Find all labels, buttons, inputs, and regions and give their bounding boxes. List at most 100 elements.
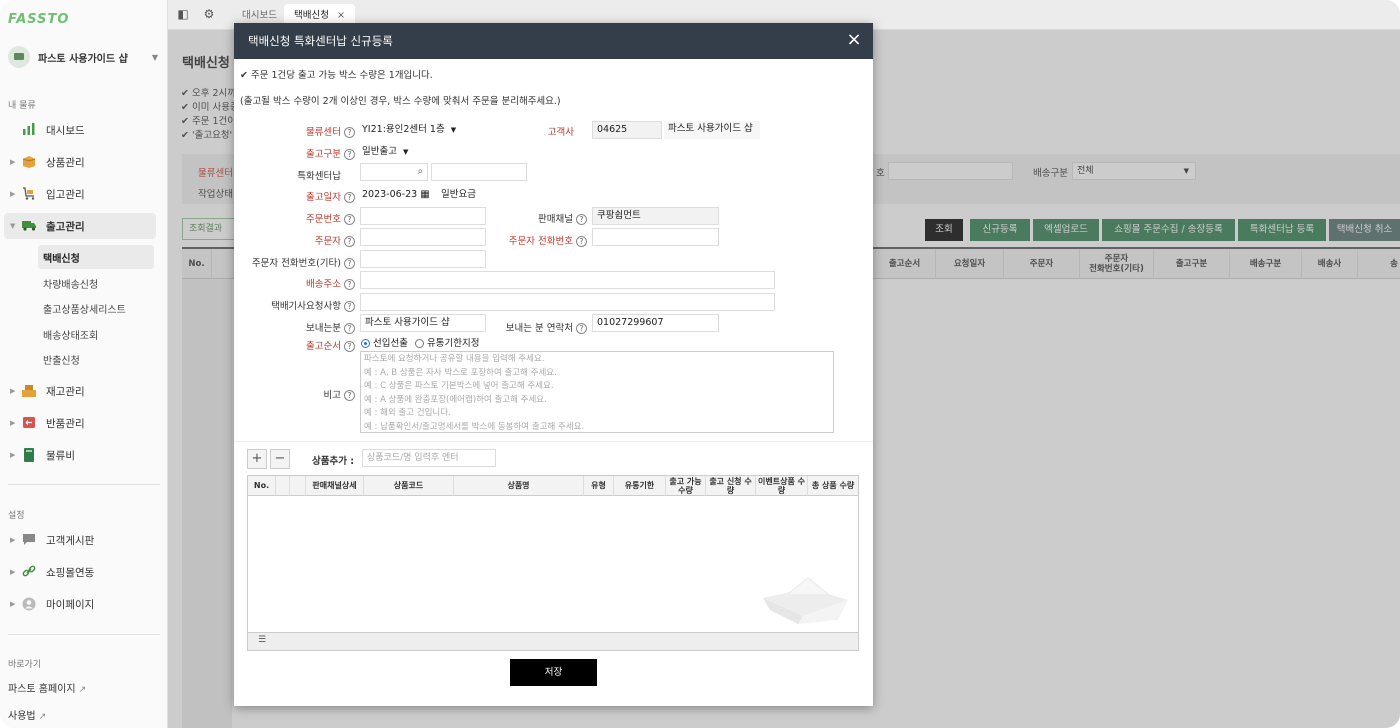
- sidebar-item-outbound[interactable]: ▼ 출고관리: [4, 213, 156, 239]
- calendar-icon[interactable]: ▦: [420, 189, 429, 200]
- col-request-qty: 출고 신청 수량: [706, 476, 756, 496]
- col-event-qty: 이벤트상품 수량: [756, 476, 808, 496]
- orderer-phone-input[interactable]: [592, 228, 719, 246]
- sidebar-item-dashboard[interactable]: 대시보드: [0, 117, 160, 143]
- help-icon[interactable]: ?: [344, 341, 355, 352]
- subitem-label: 배송상태조회: [43, 330, 99, 342]
- sidebar-item-label: 재고관리: [46, 385, 85, 398]
- sidebar-item-returns[interactable]: ▶ 반품관리: [0, 410, 160, 436]
- col-available-qty: 출고 가능 수량: [666, 476, 706, 496]
- label-special: 특화센터납: [297, 171, 341, 182]
- add-row-button[interactable]: +: [247, 449, 267, 469]
- external-link-icon: ↗: [78, 685, 87, 695]
- sidebar-subitem-delivery-status[interactable]: 배송상태조회: [38, 322, 98, 346]
- sidebar-item-board[interactable]: ▶ 고객게시판: [0, 527, 160, 553]
- modal-notice-sub: (출고될 박스 수량이 2개 이상인 경우, 박스 수량에 맞춰서 주문을 분리…: [240, 96, 561, 107]
- chevron-right-icon: ▶: [10, 536, 16, 544]
- radio-expiry[interactable]: 유통기한지정: [415, 336, 479, 352]
- subitem-label: 출고상품상세리스트: [43, 304, 126, 316]
- save-button[interactable]: 저장: [510, 659, 597, 686]
- col-check[interactable]: [276, 476, 290, 496]
- orderer-phone-etc-input[interactable]: [360, 250, 486, 268]
- help-icon[interactable]: ?: [576, 323, 587, 334]
- search-icon[interactable]: ⌕: [418, 164, 423, 180]
- sidebar-item-inbound[interactable]: ▶ 입고관리: [0, 181, 160, 207]
- sidebar-item-label: 반품관리: [46, 417, 85, 430]
- fassto-logo[interactable]: FASSTO: [8, 12, 69, 27]
- sidebar-item-inventory[interactable]: ▶ 재고관리: [0, 378, 160, 404]
- close-icon[interactable]: ×: [845, 31, 863, 49]
- sidebar-item-label: 마이페이지: [46, 598, 95, 611]
- help-icon[interactable]: ?: [576, 214, 587, 225]
- help-icon[interactable]: ?: [344, 149, 355, 160]
- driver-request-input[interactable]: [360, 293, 775, 311]
- label-text: 비고: [323, 390, 341, 401]
- product-add-label: 상품추가 :: [312, 456, 355, 467]
- modal-notice: ✔ 주문 1건당 출고 가능 박스 수량은 1개입니다.: [240, 70, 433, 81]
- out-type-select[interactable]: 일반출고 ▼: [362, 144, 408, 160]
- memo-placeholder-line: 예 : 해외 출고 건입니다.: [364, 408, 451, 419]
- link-fassto-home[interactable]: 파스토 홈페이지 ↗: [8, 680, 86, 695]
- col-product-name: 상품명: [454, 476, 584, 496]
- label-orderer-phone: 주문자 전화번호?: [234, 233, 587, 247]
- shop-selector[interactable]: 파스토 사용가이드 샵 ▼: [8, 44, 158, 70]
- sidebar-item-label: 고객게시판: [46, 534, 95, 547]
- sidebar-item-label: 대시보드: [46, 124, 85, 137]
- special-name-field[interactable]: [431, 163, 527, 181]
- modal-header: 택배신청 특화센터납 신규등록: [234, 23, 873, 59]
- chevron-right-icon: ▶: [10, 190, 16, 198]
- help-icon[interactable]: ?: [344, 301, 355, 312]
- label-memo: 비고?: [234, 387, 355, 401]
- memo-placeholder-line: 예 : 납품확인서/출고명세서를 박스에 동봉하여 출고해 주세요.: [364, 421, 585, 432]
- table-footer: ☰: [248, 632, 858, 650]
- settings-cloud-icon[interactable]: ⚙: [198, 4, 220, 24]
- user-icon: [22, 597, 38, 611]
- chevron-right-icon: ▶: [10, 387, 16, 395]
- return-icon: [22, 416, 38, 430]
- col-channel-detail: 판매채널상세: [306, 476, 364, 496]
- col-blank: [290, 476, 306, 496]
- subitem-label: 반출신청: [43, 355, 80, 367]
- sidebar-subitem-outbound-detail[interactable]: 출고상품상세리스트: [38, 296, 126, 320]
- subitem-label: 택배신청: [43, 253, 80, 265]
- sidebar-item-logistics-cost[interactable]: ▶ 물류비: [0, 442, 160, 468]
- help-icon[interactable]: ?: [344, 192, 355, 203]
- sidebar-subitem-vehicle[interactable]: 차량배송신청: [38, 271, 98, 295]
- sidebar-toggle-icon[interactable]: ◧: [172, 4, 194, 24]
- shop-name: 파스토 사용가이드 샵: [38, 53, 128, 65]
- sidebar-item-mall-link[interactable]: ▶ 쇼핑몰연동: [0, 559, 160, 585]
- help-icon[interactable]: ?: [576, 236, 587, 247]
- label-out-date: 출고일자?: [234, 189, 355, 203]
- chevron-right-icon: ▶: [10, 419, 16, 427]
- label-channel: 판매채널?: [234, 211, 587, 225]
- out-date-field[interactable]: 2023-06-23 ▦: [362, 187, 430, 203]
- sidebar-item-mypage[interactable]: ▶ 마이페이지: [0, 591, 160, 617]
- link-usage[interactable]: 사용법 ↗: [8, 707, 46, 722]
- subitem-label: 차량배송신청: [43, 279, 99, 291]
- help-icon[interactable]: ?: [344, 279, 355, 290]
- sidebar-subitem-takeout[interactable]: 반출신청: [38, 347, 80, 371]
- column-settings-icon[interactable]: ☰: [258, 635, 266, 645]
- book-icon: [22, 448, 38, 462]
- remove-row-button[interactable]: −: [270, 449, 290, 469]
- close-tab-icon[interactable]: ×: [337, 10, 345, 21]
- sidebar-subitem-parcel[interactable]: 택배신청: [38, 245, 154, 269]
- help-icon[interactable]: ?: [344, 390, 355, 401]
- sender-phone-input[interactable]: 01027299607: [592, 314, 719, 332]
- sidebar-item-label: 입고관리: [46, 188, 85, 201]
- radio-fifo[interactable]: 선입선출: [361, 336, 408, 352]
- radio-checked[interactable]: [361, 339, 370, 348]
- modal-title: 택배신청 특화센터납 신규등록: [248, 34, 393, 48]
- channel-field: 쿠팡쉽먼트: [592, 207, 719, 225]
- radio-unchecked[interactable]: [415, 339, 424, 348]
- sidebar-item-products[interactable]: ▶ 상품관리: [0, 149, 160, 175]
- special-search-input[interactable]: ⌕: [360, 163, 428, 181]
- product-search-input[interactable]: 상품코드/명 입력후 엔터: [362, 449, 496, 467]
- label-text: 판매채널: [538, 214, 573, 225]
- sidebar-item-label: 쇼핑몰연동: [46, 566, 95, 579]
- date-value: 2023-06-23: [362, 189, 418, 200]
- empty-box-illustration: [763, 577, 848, 624]
- memo-textarea[interactable]: 파스토에 요청하거나 공유할 내용을 입력해 주세요. 예 : A, B 상품은…: [360, 351, 834, 433]
- address-input[interactable]: [360, 271, 775, 289]
- help-icon[interactable]: ?: [344, 258, 355, 269]
